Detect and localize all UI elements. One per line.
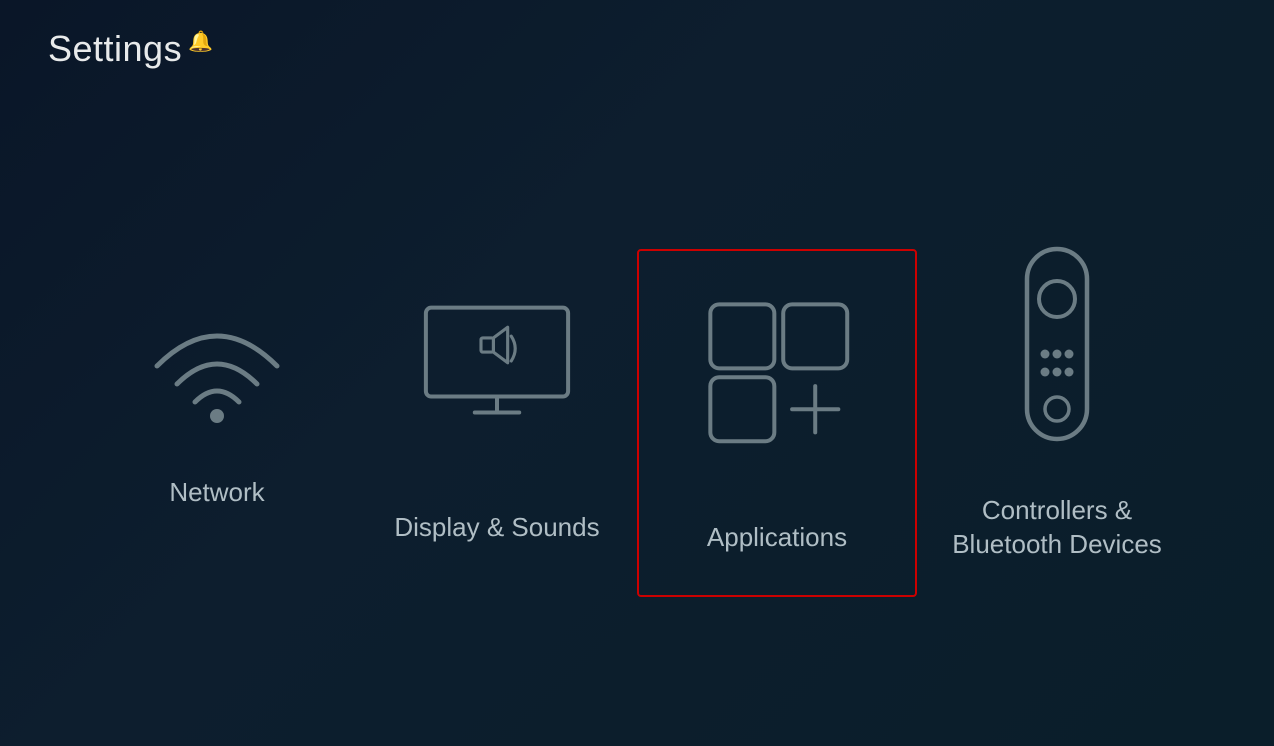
display-sounds-icon	[397, 261, 597, 461]
settings-item-display-sounds[interactable]: Display & Sounds	[357, 261, 637, 585]
network-label: Network	[169, 476, 264, 510]
settings-items-container: Network Display & Sounds	[0, 100, 1274, 746]
controllers-icon	[957, 244, 1157, 444]
network-icon	[137, 296, 297, 426]
settings-item-controllers[interactable]: Controllers &Bluetooth Devices	[917, 244, 1197, 602]
display-sounds-label: Display & Sounds	[394, 511, 599, 545]
notification-icon: 🔔	[188, 29, 213, 54]
settings-title: Settings	[48, 28, 182, 69]
applications-icon	[677, 271, 877, 471]
settings-item-network[interactable]: Network	[77, 296, 357, 550]
settings-item-applications[interactable]: Applications	[637, 249, 917, 597]
page-title: Settings🔔	[48, 28, 213, 70]
applications-label: Applications	[707, 521, 847, 555]
controllers-label: Controllers &Bluetooth Devices	[952, 494, 1162, 562]
